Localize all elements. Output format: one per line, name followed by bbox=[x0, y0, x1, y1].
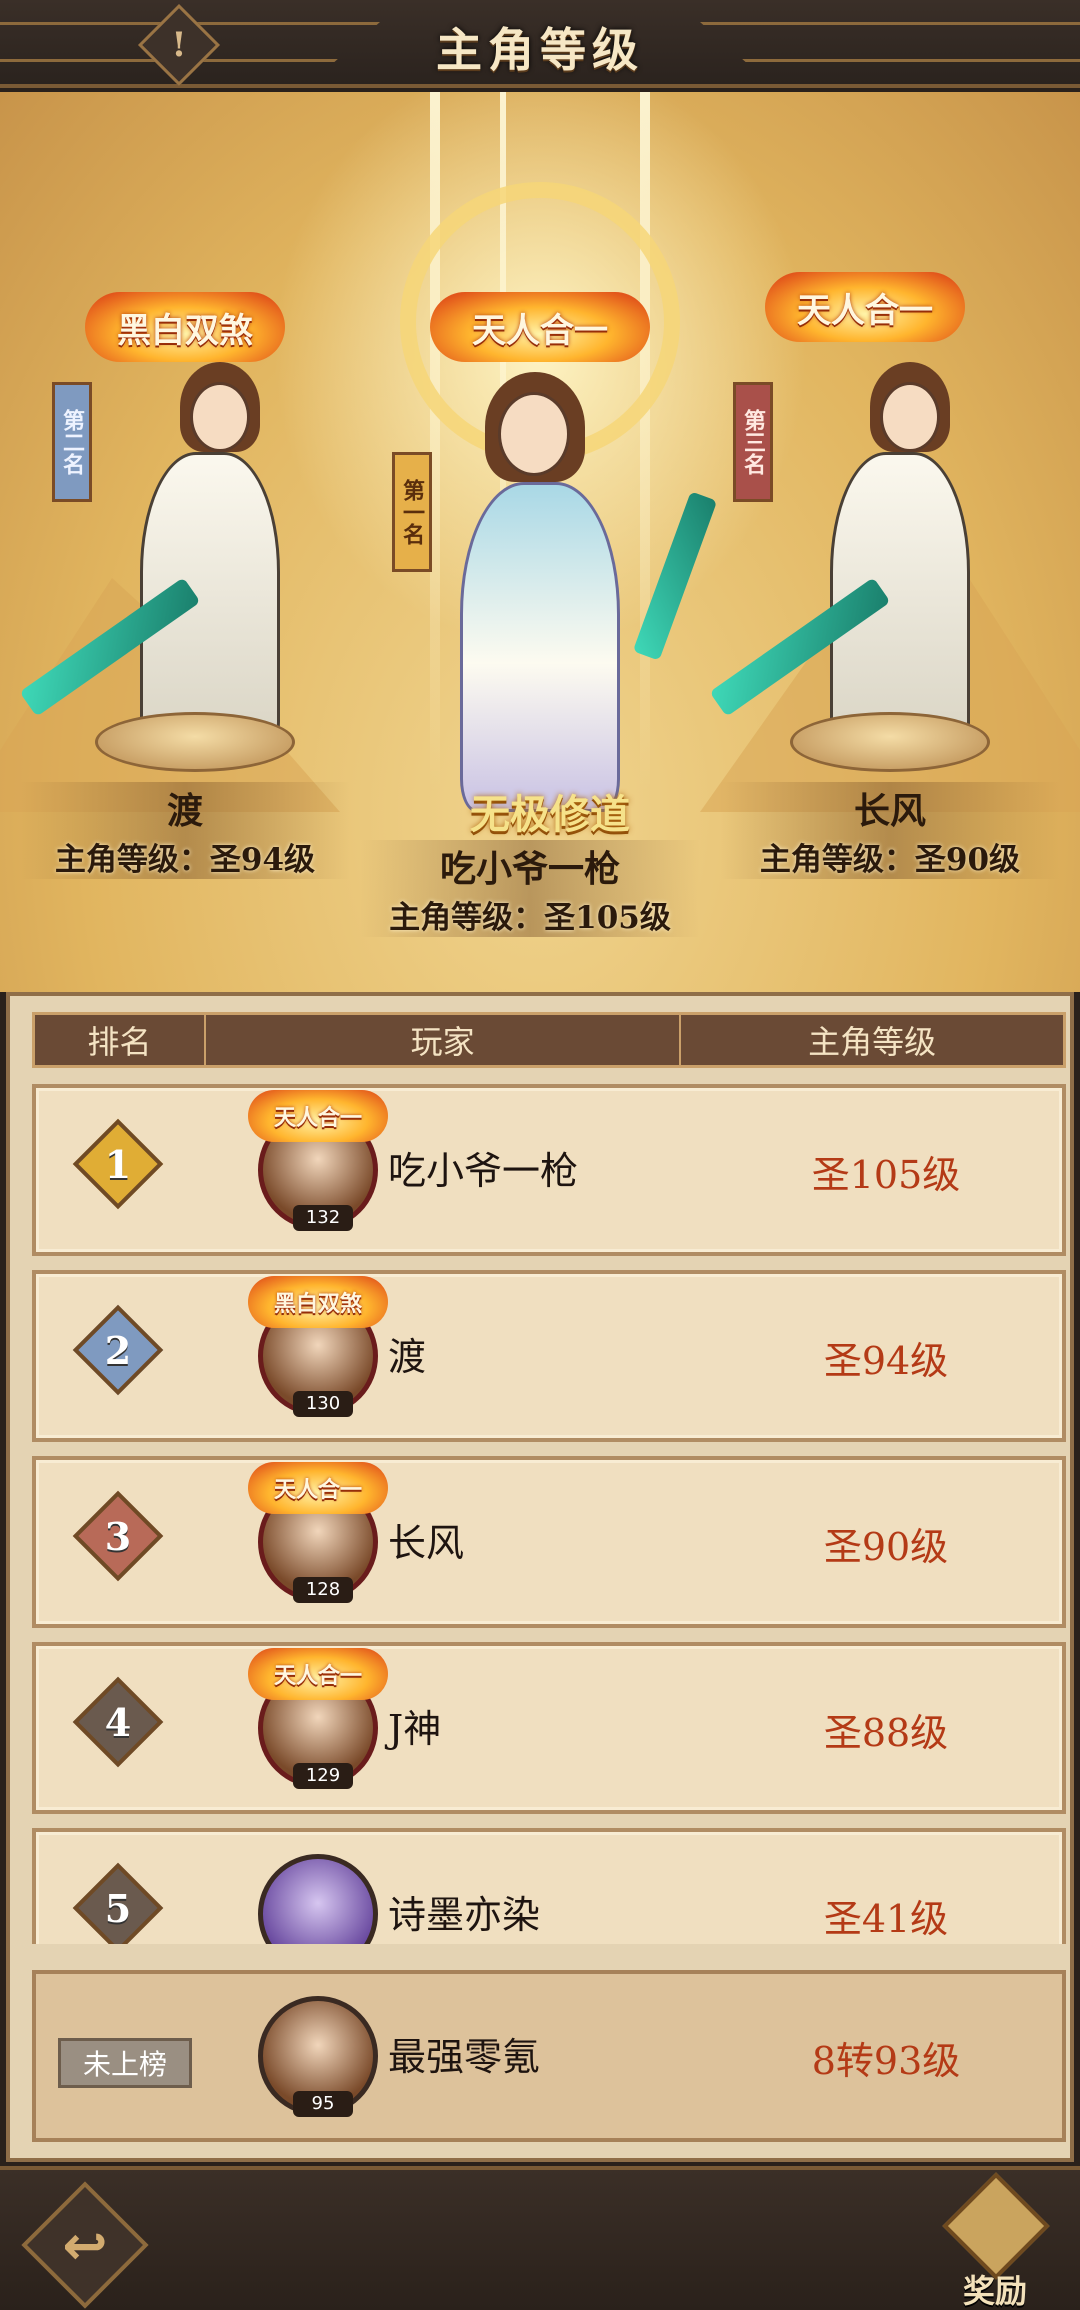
rank-badge: 2 bbox=[72, 1304, 164, 1396]
back-button[interactable]: ↩ bbox=[21, 2181, 149, 2309]
avatar[interactable] bbox=[258, 1854, 378, 1944]
player-name: 最强零氪 bbox=[388, 2035, 541, 2079]
back-arrow-icon: ↩ bbox=[62, 2213, 108, 2277]
rank-badge: 1 bbox=[72, 1118, 164, 1210]
title-badge: 天人合一 bbox=[248, 1462, 388, 1514]
table-row[interactable]: 3 128 天人合一 长风 圣90级 bbox=[32, 1456, 1066, 1628]
reward-button[interactable]: 奖励 bbox=[930, 2172, 1060, 2310]
title-badge: 天人合一 bbox=[430, 292, 650, 362]
pedestal bbox=[95, 712, 295, 772]
honor-title: 无极修道 bbox=[470, 791, 630, 838]
page-title: 主角等级 bbox=[436, 23, 644, 77]
ranking-panel: 排名 玩家 主角等级 1 132 天人合一 吃小爷一枪 圣105级 2 130 … bbox=[6, 992, 1074, 2162]
title-badge: 天人合一 bbox=[765, 272, 965, 342]
avatar-level: 95 bbox=[293, 2091, 353, 2117]
place-banner: 第一名 bbox=[392, 452, 432, 572]
podium-third[interactable]: 天人合一 第三名 长风 主角等级：圣90级 bbox=[709, 92, 1080, 992]
ranking-list[interactable]: 1 132 天人合一 吃小爷一枪 圣105级 2 130 黑白双煞 渡 圣94级… bbox=[32, 1084, 1066, 1944]
player-level: 主角等级：圣90级 bbox=[759, 842, 1021, 878]
podium-name-plate: 长风 主角等级：圣90级 bbox=[720, 782, 1060, 879]
player-level: 主角等级：圣105级 bbox=[389, 900, 671, 936]
bottom-bar: ↩ 奖励 bbox=[0, 2166, 1080, 2310]
place-banner: 第三名 bbox=[733, 382, 773, 502]
player-level: 8转93级 bbox=[811, 2039, 961, 2083]
avatar-level: 128 bbox=[293, 1577, 353, 1603]
title-badge: 黑白双煞 bbox=[85, 292, 285, 362]
player-name: J神 bbox=[388, 1707, 442, 1751]
table-row[interactable]: 1 132 天人合一 吃小爷一枪 圣105级 bbox=[32, 1084, 1066, 1256]
avatar-level: 130 bbox=[293, 1391, 353, 1417]
table-row[interactable]: 2 130 黑白双煞 渡 圣94级 bbox=[32, 1270, 1066, 1442]
header-player: 玩家 bbox=[206, 1015, 682, 1065]
player-level: 圣94级 bbox=[823, 1339, 949, 1383]
player-level: 主角等级：圣94级 bbox=[54, 842, 316, 878]
player-name: 渡 bbox=[166, 790, 203, 832]
pedestal bbox=[790, 712, 990, 772]
title-badge: 黑白双煞 bbox=[248, 1276, 388, 1328]
player-level: 圣88级 bbox=[823, 1711, 949, 1755]
rank-badge: 3 bbox=[72, 1490, 164, 1582]
player-level: 圣41级 bbox=[823, 1897, 949, 1941]
podium-scene: 黑白双煞 第二名 渡 主角等级：圣94级 天人合一 第一名 无极修道 吃小爷一枪… bbox=[0, 92, 1080, 992]
player-name: 长风 bbox=[853, 790, 926, 832]
header-rank: 排名 bbox=[35, 1015, 207, 1065]
place-banner: 第二名 bbox=[52, 382, 92, 502]
player-name: 吃小爷一枪 bbox=[388, 1149, 579, 1193]
player-name: 渡 bbox=[388, 1335, 427, 1379]
avatar[interactable]: 95 bbox=[258, 1996, 378, 2117]
rank-badge: 4 bbox=[72, 1676, 164, 1768]
player-name: 诗墨亦染 bbox=[388, 1893, 541, 1937]
unranked-tag: 未上榜 bbox=[58, 2038, 192, 2088]
table-header: 排名 玩家 主角等级 bbox=[32, 1012, 1066, 1068]
avatar-level: 132 bbox=[293, 1205, 353, 1231]
title-badge: 天人合一 bbox=[248, 1648, 388, 1700]
title-badge: 天人合一 bbox=[248, 1090, 388, 1142]
player-level: 圣90级 bbox=[823, 1525, 949, 1569]
header-level: 主角等级 bbox=[808, 1023, 937, 1061]
podium-name-plate: 吃小爷一枪 主角等级：圣105级 bbox=[360, 840, 700, 937]
avatar-level: 129 bbox=[293, 1763, 353, 1789]
reward-icon bbox=[942, 2172, 1050, 2280]
podium-first[interactable]: 天人合一 第一名 无极修道 吃小爷一枪 主角等级：圣105级 bbox=[340, 92, 740, 992]
reward-label: 奖励 bbox=[962, 2272, 1027, 2310]
player-level: 圣105级 bbox=[811, 1153, 961, 1197]
top-bar: ! 主角等级 bbox=[0, 0, 1080, 88]
my-rank-row[interactable]: 未上榜 95 最强零氪 8转93级 bbox=[32, 1970, 1066, 2142]
table-row[interactable]: 5 诗墨亦染 圣41级 bbox=[32, 1828, 1066, 1944]
player-name: 吃小爷一枪 bbox=[439, 848, 620, 890]
podium-second[interactable]: 黑白双煞 第二名 渡 主角等级：圣94级 bbox=[0, 92, 360, 992]
podium-name-plate: 渡 主角等级：圣94级 bbox=[20, 782, 350, 879]
rank-badge: 5 bbox=[72, 1862, 164, 1944]
table-row[interactable]: 4 129 天人合一 J神 圣88级 bbox=[32, 1642, 1066, 1814]
player-name: 长风 bbox=[388, 1521, 465, 1565]
